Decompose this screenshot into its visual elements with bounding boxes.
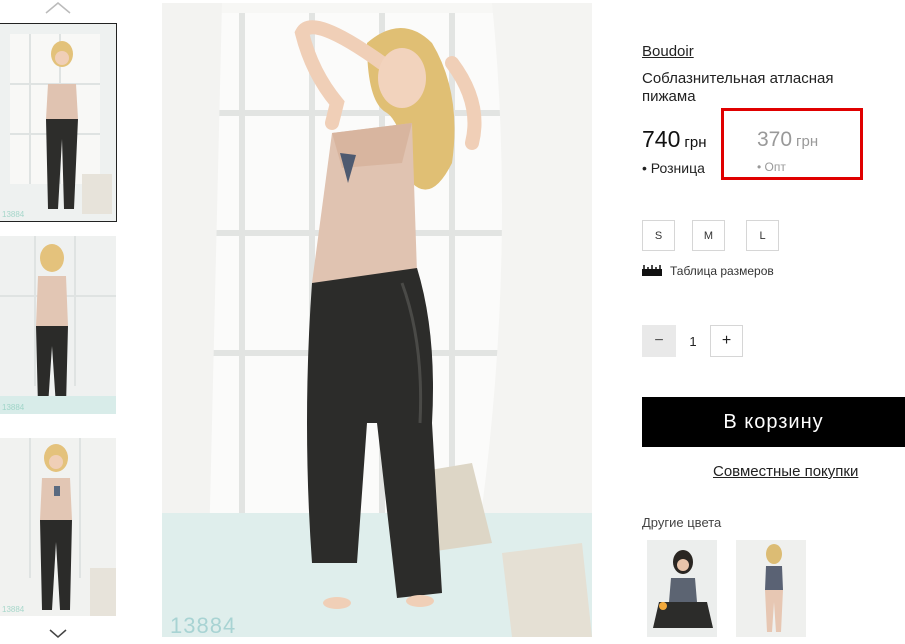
color-variant-1[interactable] xyxy=(647,540,717,637)
size-s-button[interactable]: S xyxy=(642,220,675,251)
size-table-label: Таблица размеров xyxy=(670,264,774,278)
wholesale-price: 370 грн xyxy=(757,128,818,152)
thumbnail-1[interactable]: 13884 xyxy=(0,23,117,222)
product-code-watermark: 13884 xyxy=(170,613,237,637)
brand-link[interactable]: Boudoir xyxy=(642,43,694,60)
wholesale-label: • Опт xyxy=(757,160,786,174)
product-title: Соблазнительная атласная пижама xyxy=(642,70,834,105)
chevron-down-icon[interactable] xyxy=(44,626,72,638)
wholesale-currency: грн xyxy=(796,133,819,150)
retail-price: 740 грн xyxy=(642,126,706,153)
thumbnail-gallery: 13884 13884 13884 xyxy=(0,0,130,638)
main-product-image[interactable]: 13884 xyxy=(162,3,592,637)
quantity-increase-button[interactable]: + xyxy=(710,325,743,357)
quantity-decrease-button[interactable]: − xyxy=(642,325,676,357)
size-m-button[interactable]: M xyxy=(692,220,725,251)
chevron-up-icon[interactable] xyxy=(42,0,74,16)
size-l-button[interactable]: L xyxy=(746,220,779,251)
size-table-link[interactable]: Таблица размеров xyxy=(642,264,774,278)
color-variant-2[interactable] xyxy=(736,540,806,637)
add-to-cart-button[interactable]: В корзину xyxy=(642,397,905,447)
wholesale-price-value: 370 xyxy=(757,128,793,151)
retail-currency: грн xyxy=(684,134,707,151)
retail-label: • Розница xyxy=(642,160,705,176)
other-colors-label: Другие цвета xyxy=(642,515,722,530)
joint-purchase-link[interactable]: Совместные покупки xyxy=(713,463,858,480)
thumbnail-code: 13884 xyxy=(2,210,25,219)
quantity-value[interactable]: 1 xyxy=(676,325,710,357)
thumbnail-2[interactable]: 13884 xyxy=(0,236,116,414)
thumbnail-3[interactable]: 13884 xyxy=(0,438,116,616)
retail-price-value: 740 xyxy=(642,126,681,152)
ruler-icon xyxy=(642,265,662,277)
thumbnail-code: 13884 xyxy=(2,605,25,614)
thumbnail-code: 13884 xyxy=(2,403,25,412)
